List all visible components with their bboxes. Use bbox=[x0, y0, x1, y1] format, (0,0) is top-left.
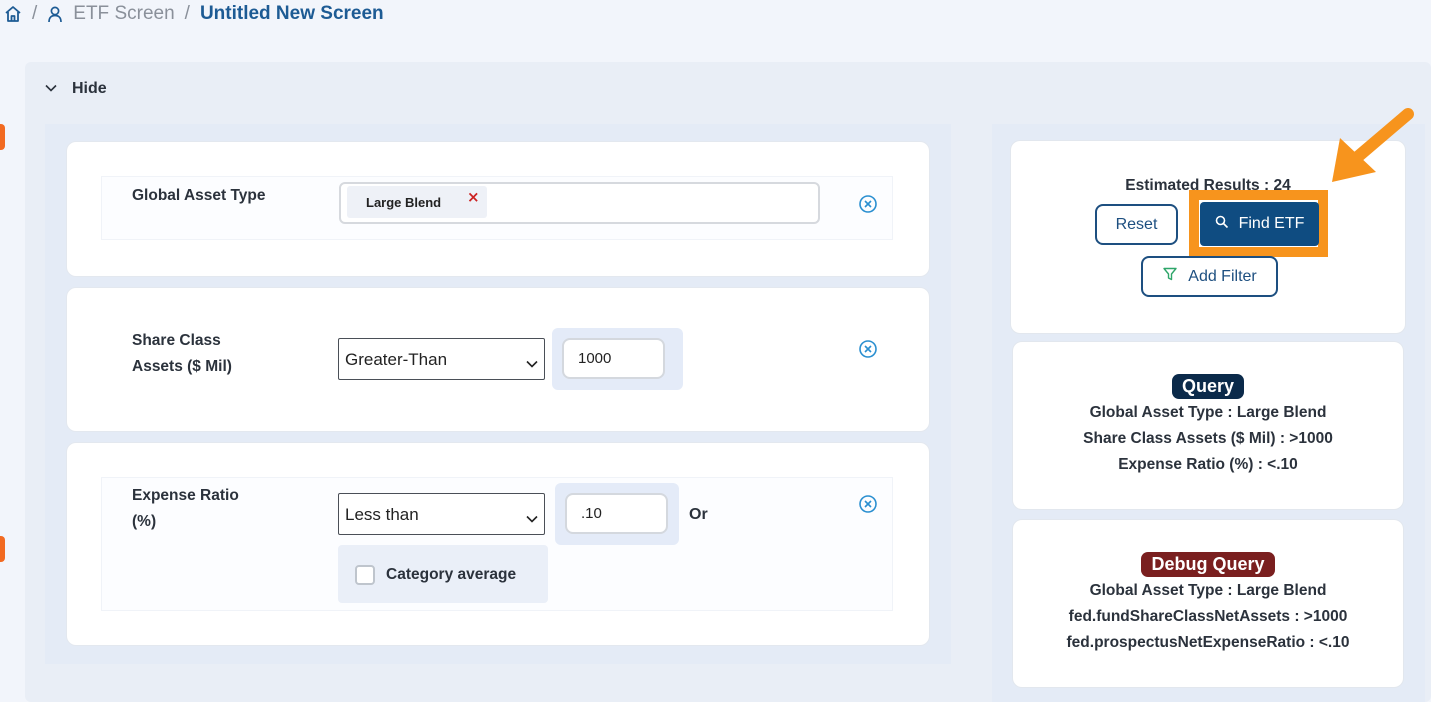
chevron-down-icon bbox=[526, 353, 538, 373]
side-tab[interactable] bbox=[0, 536, 5, 562]
user-icon bbox=[47, 5, 63, 23]
filter-label-line: Assets ($ Mil) bbox=[132, 358, 232, 375]
chevron-down-icon bbox=[44, 80, 58, 98]
side-tab[interactable] bbox=[0, 124, 5, 150]
breadcrumb-separator: / bbox=[184, 3, 190, 24]
hide-label: Hide bbox=[72, 80, 107, 97]
query-badge: Query bbox=[1171, 374, 1245, 399]
clear-filter-icon[interactable] bbox=[858, 494, 878, 514]
debug-query-badge: Debug Query bbox=[1141, 552, 1275, 577]
filter-card-share-class-assets: Share Class Assets ($ Mil) Greater-Than … bbox=[66, 287, 930, 432]
filter-label-line: Expense Ratio bbox=[132, 487, 239, 504]
search-icon bbox=[1215, 215, 1229, 234]
add-filter-button[interactable]: Add Filter bbox=[1141, 256, 1278, 297]
category-average-option: Category average bbox=[338, 545, 548, 603]
filter-label: Share Class Assets ($ Mil) bbox=[132, 328, 232, 380]
breadcrumb-separator: / bbox=[32, 3, 38, 24]
debug-query-lines: Global Asset Type : Large Blend fed.fund… bbox=[1013, 578, 1403, 656]
query-line: Global Asset Type : Large Blend bbox=[1089, 582, 1327, 599]
add-filter-label: Add Filter bbox=[1188, 267, 1257, 285]
query-line: fed.fundShareClassNetAssets : >1000 bbox=[1068, 608, 1348, 625]
value-wrapper: .10 bbox=[555, 483, 679, 545]
annotation-arrow-icon bbox=[1328, 108, 1416, 193]
clear-filter-icon[interactable] bbox=[858, 339, 878, 359]
filter-icon bbox=[1162, 266, 1178, 287]
select-value: Less than bbox=[345, 505, 419, 524]
find-etf-button[interactable]: Find ETF bbox=[1200, 202, 1319, 246]
filter-card-expense-ratio: Expense Ratio (%) Less than .10 Or Categ… bbox=[66, 442, 930, 646]
expense-operator-select[interactable]: Less than bbox=[338, 493, 545, 535]
expense-value-input[interactable]: .10 bbox=[565, 493, 668, 534]
clear-filter-icon[interactable] bbox=[858, 194, 878, 214]
filter-card-global-asset-type: Global Asset Type Large Blend × bbox=[66, 141, 930, 277]
filter-label-line: Share Class bbox=[132, 332, 221, 349]
find-etf-label: Find ETF bbox=[1238, 215, 1305, 232]
chevron-down-icon bbox=[526, 508, 538, 528]
query-line: Expense Ratio (%) : <.10 bbox=[1118, 456, 1298, 473]
select-value: Greater-Than bbox=[345, 350, 448, 369]
value-wrapper: 1000 bbox=[552, 328, 683, 390]
chip-label: Large Blend bbox=[366, 195, 442, 210]
breadcrumb: / ETF Screen / Untitled New Screen bbox=[4, 2, 384, 26]
category-average-checkbox[interactable] bbox=[355, 565, 375, 585]
query-line: Share Class Assets ($ Mil) : >1000 bbox=[1083, 430, 1333, 447]
asset-type-multiselect[interactable]: Large Blend × bbox=[339, 182, 820, 224]
breadcrumb-parent[interactable]: ETF Screen bbox=[73, 3, 174, 25]
filter-label: Expense Ratio (%) bbox=[132, 483, 239, 535]
home-icon[interactable] bbox=[4, 5, 22, 23]
chip-remove-icon[interactable]: × bbox=[467, 188, 480, 206]
reset-button[interactable]: Reset bbox=[1095, 204, 1178, 245]
breadcrumb-current: Untitled New Screen bbox=[199, 3, 384, 24]
query-line: Global Asset Type : Large Blend bbox=[1089, 404, 1327, 421]
assets-value-input[interactable]: 1000 bbox=[562, 338, 665, 379]
filter-label: Global Asset Type bbox=[132, 187, 266, 204]
filter-label-line: (%) bbox=[132, 513, 157, 530]
hide-toggle[interactable]: Hide bbox=[44, 80, 107, 98]
assets-operator-select[interactable]: Greater-Than bbox=[338, 338, 545, 380]
checkbox-label: Category average bbox=[386, 566, 517, 583]
query-line: fed.prospectusNetExpenseRatio : <.10 bbox=[1066, 634, 1350, 651]
query-lines: Global Asset Type : Large Blend Share Cl… bbox=[1013, 400, 1403, 478]
selected-chip: Large Blend × bbox=[347, 186, 487, 218]
or-label: Or bbox=[689, 506, 708, 523]
query-card: Query Global Asset Type : Large Blend Sh… bbox=[1012, 341, 1404, 510]
debug-query-card: Debug Query Global Asset Type : Large Bl… bbox=[1012, 519, 1404, 688]
